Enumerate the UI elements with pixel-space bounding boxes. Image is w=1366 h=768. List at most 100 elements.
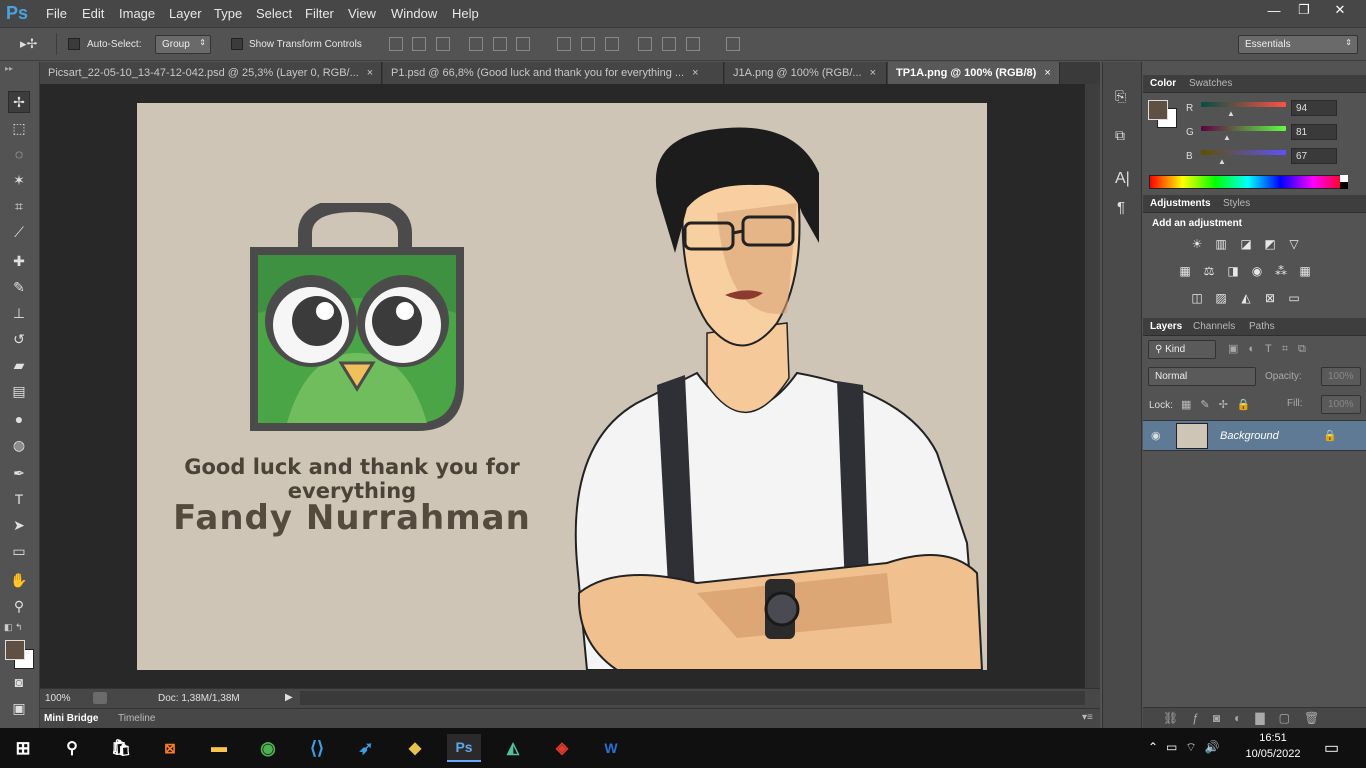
- r-slider-thumb-icon[interactable]: ▲: [1227, 109, 1235, 118]
- color-balance-icon[interactable]: ⚖: [1201, 264, 1217, 278]
- close-button[interactable]: ✕: [1320, 0, 1360, 20]
- tab-styles[interactable]: Styles: [1223, 198, 1250, 209]
- tab-adjustments[interactable]: Adjustments: [1150, 198, 1211, 209]
- layer-row-background[interactable]: ◉ Background 🔒: [1143, 420, 1366, 451]
- dodge-tool-icon[interactable]: ◍: [8, 434, 30, 456]
- brightness-icon[interactable]: ☀: [1189, 237, 1205, 251]
- distribute-bottom-icon[interactable]: [605, 37, 619, 51]
- menu-file[interactable]: File: [46, 6, 67, 21]
- close-icon[interactable]: ×: [870, 67, 876, 79]
- eraser-tool-icon[interactable]: ▰: [8, 354, 30, 376]
- panel-menu-icon[interactable]: ▾≡: [1082, 712, 1093, 723]
- align-vcenter-icon[interactable]: [412, 37, 426, 51]
- sourcetree-icon[interactable]: ◆: [398, 734, 432, 762]
- color-spectrum-ramp[interactable]: [1149, 175, 1347, 189]
- r-value-field[interactable]: 94: [1291, 100, 1337, 116]
- photoshop-taskbar-icon[interactable]: Ps: [447, 734, 481, 762]
- windows-start-icon[interactable]: ⊞: [6, 734, 40, 762]
- stamp-tool-icon[interactable]: ⊥: [8, 302, 30, 324]
- distribute-top-icon[interactable]: [557, 37, 571, 51]
- auto-select-checkbox[interactable]: [68, 38, 80, 50]
- blend-mode-dropdown[interactable]: Normal: [1148, 367, 1256, 386]
- g-slider[interactable]: [1201, 126, 1286, 131]
- gradient-tool-icon[interactable]: ▤: [8, 380, 30, 402]
- healing-brush-tool-icon[interactable]: ✚: [8, 250, 30, 272]
- move-tool-icon[interactable]: ✢: [8, 91, 30, 113]
- tab-picsart[interactable]: Picsart_22-05-10_13-47-12-042.psd @ 25,3…: [40, 62, 382, 84]
- layer-filter-kind[interactable]: ⚲ Kind: [1148, 340, 1216, 359]
- invert-icon[interactable]: ◫: [1189, 291, 1205, 305]
- distribute-hcenter-icon[interactable]: [662, 37, 676, 51]
- menu-image[interactable]: Image: [119, 6, 155, 21]
- curves-icon[interactable]: ◪: [1238, 237, 1254, 251]
- tab-p1[interactable]: P1.psd @ 66,8% (Good luck and thank you …: [383, 62, 724, 84]
- status-menu-arrow-icon[interactable]: ▶: [285, 692, 293, 703]
- b-slider-thumb-icon[interactable]: ▲: [1218, 157, 1226, 166]
- distribute-left-icon[interactable]: [638, 37, 652, 51]
- align-left-icon[interactable]: [469, 37, 483, 51]
- exposure-icon[interactable]: ◩: [1262, 237, 1278, 251]
- app-icon-red[interactable]: ◈: [545, 734, 579, 762]
- color-lookup-icon[interactable]: ▦: [1297, 264, 1313, 278]
- g-slider-thumb-icon[interactable]: ▲: [1223, 133, 1231, 142]
- store-icon[interactable]: 🛍: [104, 734, 138, 762]
- crop-tool-icon[interactable]: ⌗: [8, 195, 30, 217]
- rectangle-tool-icon[interactable]: ▭: [8, 540, 30, 562]
- tab-tp1a[interactable]: TP1A.png @ 100% (RGB/8) ×: [888, 62, 1060, 84]
- tab-layers[interactable]: Layers: [1150, 321, 1182, 332]
- layer-name[interactable]: Background: [1220, 430, 1279, 442]
- word-icon[interactable]: W: [594, 734, 628, 762]
- black-white-ramp[interactable]: [1340, 175, 1348, 189]
- menu-help[interactable]: Help: [452, 6, 479, 21]
- menu-window[interactable]: Window: [391, 6, 437, 21]
- visibility-eye-icon[interactable]: ◉: [1151, 429, 1161, 442]
- color-fg-swatch[interactable]: [1148, 100, 1168, 120]
- brush-tool-icon[interactable]: ✎: [8, 276, 30, 298]
- minimize-button[interactable]: —: [1257, 0, 1291, 20]
- black-white-icon[interactable]: ◨: [1225, 264, 1241, 278]
- xampp-icon[interactable]: ⊠: [153, 734, 187, 762]
- eyedropper-tool-icon[interactable]: ⟋: [8, 221, 30, 243]
- tab-mini-bridge[interactable]: Mini Bridge: [44, 713, 98, 724]
- posterize-icon[interactable]: ▨: [1213, 291, 1229, 305]
- tab-channels[interactable]: Channels: [1193, 321, 1235, 332]
- clock-date[interactable]: 10/05/2022: [1244, 748, 1302, 760]
- blur-tool-icon[interactable]: ●: [8, 408, 30, 430]
- align-right-icon[interactable]: [516, 37, 530, 51]
- notification-icon[interactable]: ▭: [1324, 738, 1339, 758]
- b-slider[interactable]: [1201, 150, 1286, 155]
- chrome-icon[interactable]: ◉: [251, 734, 285, 762]
- lock-icons[interactable]: ▦✎✢🔒: [1181, 398, 1260, 411]
- selective-color-icon[interactable]: ⊠: [1262, 291, 1278, 305]
- auto-select-dropdown[interactable]: Group ⇕: [155, 35, 211, 54]
- system-tray-icons[interactable]: ⌃▭⌔🔊: [1148, 740, 1228, 755]
- zoom-level[interactable]: 100%: [45, 693, 71, 704]
- lasso-tool-icon[interactable]: ◌: [8, 143, 30, 165]
- g-value-field[interactable]: 81: [1291, 124, 1337, 140]
- close-icon[interactable]: ×: [367, 67, 373, 79]
- distribute-vcenter-icon[interactable]: [581, 37, 595, 51]
- path-selection-tool-icon[interactable]: ➤: [8, 514, 30, 536]
- properties-icon[interactable]: ⧉: [1115, 127, 1125, 144]
- move-tool-preset-icon[interactable]: ▸✢: [20, 36, 37, 52]
- zoom-tool-icon[interactable]: ⚲: [8, 595, 30, 617]
- align-hcenter-icon[interactable]: [493, 37, 507, 51]
- magic-wand-tool-icon[interactable]: ✶: [8, 169, 30, 191]
- horizontal-scrollbar[interactable]: [300, 691, 1085, 705]
- screen-mode-icon[interactable]: ▣: [8, 697, 30, 719]
- quick-mask-icon[interactable]: ◙: [8, 671, 30, 693]
- tab-timeline[interactable]: Timeline: [118, 713, 155, 724]
- history-brush-tool-icon[interactable]: ↺: [8, 328, 30, 350]
- marquee-tool-icon[interactable]: ⬚: [8, 117, 30, 139]
- close-icon[interactable]: ×: [1044, 67, 1050, 79]
- history-icon[interactable]: ⎘: [1115, 88, 1126, 105]
- file-explorer-icon[interactable]: ▬: [202, 734, 236, 762]
- auto-align-icon[interactable]: [726, 37, 740, 51]
- menu-type[interactable]: Type: [214, 6, 242, 21]
- photo-filter-icon[interactable]: ◉: [1249, 264, 1265, 278]
- menu-select[interactable]: Select: [256, 6, 292, 21]
- layer-actions-icons[interactable]: ⛓ƒ◙◐▇▢🗑: [1163, 711, 1333, 725]
- clock-time[interactable]: 16:51: [1252, 732, 1294, 744]
- document-canvas[interactable]: Good luck and thank you for everything F…: [137, 103, 987, 670]
- tab-paths[interactable]: Paths: [1249, 321, 1275, 332]
